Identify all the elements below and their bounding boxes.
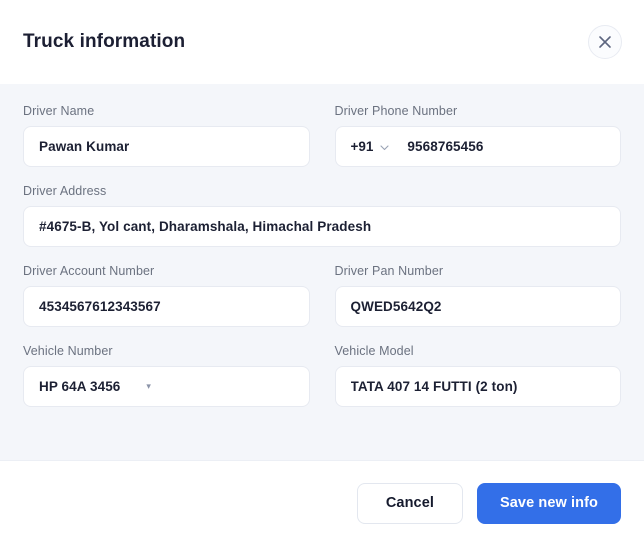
- dialog-body: Driver Name Pawan Kumar Driver Phone Num…: [0, 84, 644, 460]
- driver-pan-number-input[interactable]: QWED5642Q2: [334, 286, 621, 327]
- vehicle-number-select[interactable]: HP 64A 3456 ▾: [23, 366, 310, 407]
- driver-account-number-value: 4534567612343567: [39, 299, 161, 314]
- vehicle-number-label: Vehicle Number: [23, 344, 113, 358]
- driver-phone-label: Driver Phone Number: [334, 104, 458, 118]
- driver-phone-value: 9568765456: [407, 139, 484, 154]
- driver-name-label: Driver Name: [23, 104, 95, 118]
- driver-pan-number-label: Driver Pan Number: [334, 264, 444, 278]
- driver-account-number-label: Driver Account Number: [23, 264, 155, 278]
- form-row: Vehicle Number HP 64A 3456 ▾ Vehicle Mod…: [23, 344, 621, 407]
- dialog-footer: Cancel Save new info: [0, 460, 644, 545]
- driver-phone-input[interactable]: +91 9568765456: [334, 126, 621, 167]
- dialog-header: Truck information: [0, 0, 644, 84]
- driver-address-label: Driver Address: [23, 184, 107, 198]
- field-driver-account-number: Driver Account Number 4534567612343567: [23, 264, 310, 327]
- driver-account-number-input[interactable]: 4534567612343567: [23, 286, 310, 327]
- vehicle-number-value: HP 64A 3456: [39, 379, 121, 394]
- field-vehicle-model: Vehicle Model TATA 407 14 FUTTI (2 ton): [334, 344, 621, 407]
- vehicle-model-value: TATA 407 14 FUTTI (2 ton): [350, 379, 518, 394]
- field-driver-phone: Driver Phone Number +91 9568765456: [334, 104, 621, 167]
- truck-information-dialog: Truck information Driver Name Pawan Kuma…: [0, 0, 644, 545]
- vehicle-model-input[interactable]: TATA 407 14 FUTTI (2 ton): [334, 366, 621, 407]
- close-icon: [598, 35, 612, 49]
- save-button[interactable]: Save new info: [477, 482, 621, 524]
- vehicle-model-label: Vehicle Model: [334, 344, 414, 358]
- form-row: Driver Name Pawan Kumar Driver Phone Num…: [23, 104, 621, 167]
- field-driver-pan-number: Driver Pan Number QWED5642Q2: [334, 264, 621, 327]
- field-vehicle-number: Vehicle Number HP 64A 3456 ▾: [23, 344, 310, 407]
- form-row: Driver Account Number 4534567612343567 D…: [23, 264, 621, 327]
- driver-name-input[interactable]: Pawan Kumar: [23, 126, 310, 167]
- country-code-value: +91: [350, 139, 374, 154]
- driver-address-input[interactable]: #4675-B, Yol cant, Dharamshala, Himachal…: [23, 206, 621, 247]
- field-driver-address: Driver Address #4675-B, Yol cant, Dharam…: [23, 184, 621, 247]
- form-row: Driver Address #4675-B, Yol cant, Dharam…: [23, 184, 621, 247]
- driver-pan-number-value: QWED5642Q2: [350, 299, 442, 314]
- field-driver-name: Driver Name Pawan Kumar: [23, 104, 310, 167]
- chevron-down-icon: [380, 138, 389, 156]
- page-title: Truck information: [23, 31, 186, 52]
- driver-name-value: Pawan Kumar: [39, 139, 130, 154]
- close-button[interactable]: [588, 25, 622, 59]
- caret-down-icon[interactable]: ▾: [146, 382, 151, 391]
- driver-address-value: #4675-B, Yol cant, Dharamshala, Himachal…: [39, 219, 372, 234]
- cancel-button[interactable]: Cancel: [356, 482, 463, 524]
- country-code-select[interactable]: +91: [351, 138, 390, 156]
